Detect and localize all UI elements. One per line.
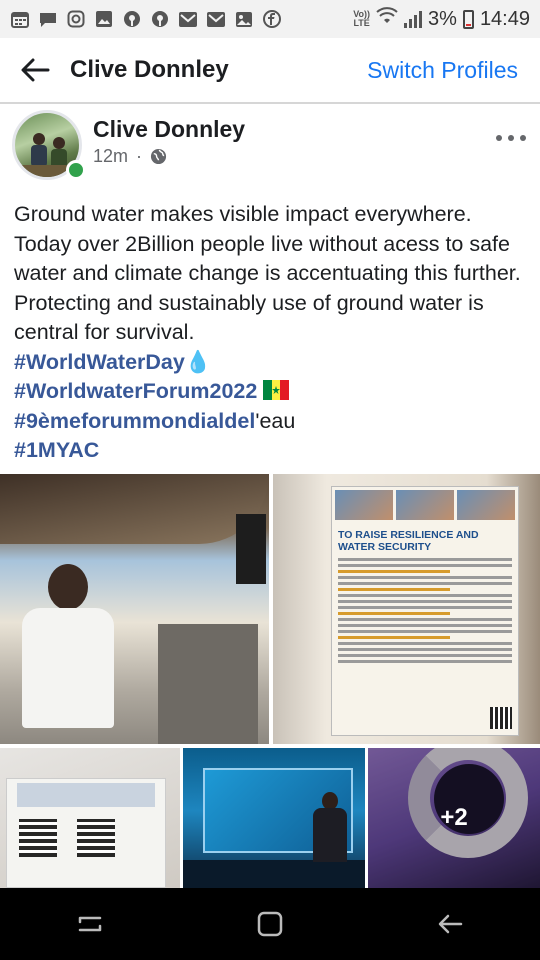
switch-profiles-link[interactable]: Switch Profiles (367, 57, 518, 84)
hashtag-link[interactable]: #1MYAC (14, 438, 99, 462)
status-bar: Vo)) LTE 3% 14:49 (0, 0, 540, 38)
poster-title: TO RAISE RESILIENCE AND WATER SECURITY (338, 529, 479, 553)
more-dot (520, 135, 526, 141)
qr-code-icon (19, 819, 57, 857)
qr-code-icon (77, 819, 115, 857)
more-horizontal-icon (496, 135, 502, 141)
hashtag-line: #9èmeforummondialdel'eau (14, 407, 530, 437)
hashtag-line: #WorldwaterForum2022 (14, 377, 530, 407)
photo-speaker (313, 792, 347, 862)
message-icon (38, 10, 58, 28)
post-photo-4[interactable] (183, 748, 365, 888)
clock-time: 14:49 (479, 7, 530, 30)
system-nav-bar (0, 888, 540, 960)
pinterest-icon (150, 10, 170, 28)
more-photos-count: +2 (440, 804, 468, 831)
battery-icon (462, 9, 474, 29)
gallery-icon (94, 10, 114, 28)
calendar-icon (10, 10, 30, 28)
notification-icons (10, 10, 282, 28)
hashtag-suffix: 'eau (255, 408, 296, 433)
facebook-icon (262, 10, 282, 28)
hashtag-line: #1MYAC (14, 436, 530, 466)
post-time[interactable]: 12m (93, 146, 128, 167)
recent-apps-icon (78, 916, 102, 932)
photo-stage-floor (183, 860, 365, 888)
globe-icon (150, 148, 167, 165)
hashtag-link[interactable]: #9èmeforummondialdel (14, 409, 255, 433)
more-dot (508, 135, 514, 141)
post-photo-2[interactable]: TO RAISE RESILIENCE AND WATER SECURITY (273, 474, 540, 744)
system-status: Vo)) LTE 3% 14:49 (353, 7, 530, 31)
app-header: Clive Donnley Switch Profiles (0, 38, 540, 104)
more-options-button[interactable] (496, 128, 526, 148)
home-button[interactable] (240, 894, 300, 954)
mail-icon (206, 10, 226, 28)
post-photo-3[interactable] (0, 748, 180, 888)
mail-icon (178, 10, 198, 28)
senegal-flag-icon (263, 380, 290, 400)
hashtag-line: #WorldWaterDay💧 (14, 348, 530, 378)
home-icon (257, 911, 283, 937)
wifi-icon (376, 7, 398, 31)
post-meta: 12m · (93, 146, 167, 167)
system-back-button[interactable] (420, 894, 480, 954)
meta-separator: · (136, 146, 143, 166)
signal-icon (404, 10, 423, 28)
post-header: Clive Donnley 12m · (0, 104, 540, 196)
photo-sign (236, 514, 266, 584)
photo-poster: TO RAISE RESILIENCE AND WATER SECURITY (331, 486, 519, 736)
photo-fountain (158, 624, 258, 744)
photo-awning (0, 474, 269, 544)
droplet-emoji: 💧 (184, 349, 212, 374)
hashtag-link[interactable]: #WorldWaterDay (14, 350, 185, 374)
battery-percent: 3% (428, 7, 457, 30)
post-photo-1[interactable] (0, 474, 269, 744)
pinterest-icon (122, 10, 142, 28)
page-title: Clive Donnley (70, 56, 229, 83)
post-photo-5[interactable]: +2 (368, 748, 540, 888)
post-body-text: Ground water makes visible impact everyw… (14, 202, 521, 344)
post-text: Ground water makes visible impact everyw… (14, 200, 530, 466)
back-button[interactable] (0, 37, 70, 103)
qr-code-icon (490, 707, 512, 729)
back-icon (438, 914, 463, 934)
image-icon (234, 10, 254, 28)
volte-indicator: Vo)) LTE (353, 10, 370, 28)
hashtag-link[interactable]: #WorldwaterForum2022 (14, 379, 257, 403)
back-arrow-icon (21, 58, 50, 82)
instagram-icon (66, 10, 86, 28)
photo-sheet (6, 778, 166, 888)
volte-bottom-label: LTE (353, 18, 370, 28)
photo-person (18, 564, 114, 744)
recent-apps-button[interactable] (60, 894, 120, 954)
online-status-dot (66, 160, 86, 180)
more-photos-overlay[interactable]: +2 (368, 748, 540, 888)
post-author-name[interactable]: Clive Donnley (93, 116, 245, 143)
